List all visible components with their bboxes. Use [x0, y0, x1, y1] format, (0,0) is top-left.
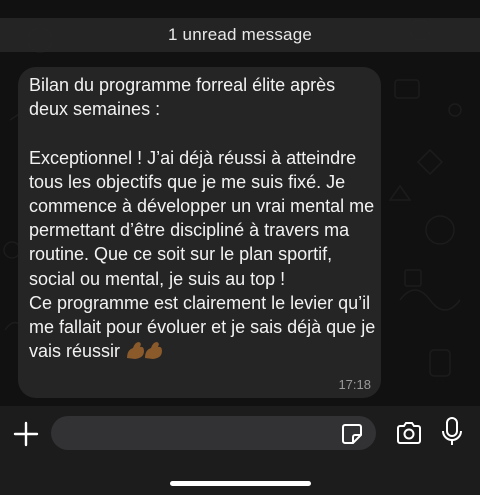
sticker-icon[interactable]: [340, 422, 364, 446]
message-text: Bilan du programme forreal élite après d…: [29, 75, 376, 362]
unread-messages-text: 1 unread message: [167, 25, 312, 44]
plus-icon[interactable]: [12, 420, 40, 448]
message-timestamp: 17:18: [338, 377, 371, 392]
unread-messages-banner: 1 unread message: [0, 18, 480, 52]
message-input[interactable]: [51, 416, 376, 450]
message-body: Bilan du programme forreal élite après d…: [29, 73, 377, 363]
home-indicator: [170, 481, 311, 486]
flexed-biceps-emoji-icon: [125, 339, 163, 361]
microphone-icon[interactable]: [441, 416, 463, 448]
incoming-message-bubble[interactable]: Bilan du programme forreal élite après d…: [18, 67, 381, 398]
camera-icon[interactable]: [395, 420, 423, 446]
